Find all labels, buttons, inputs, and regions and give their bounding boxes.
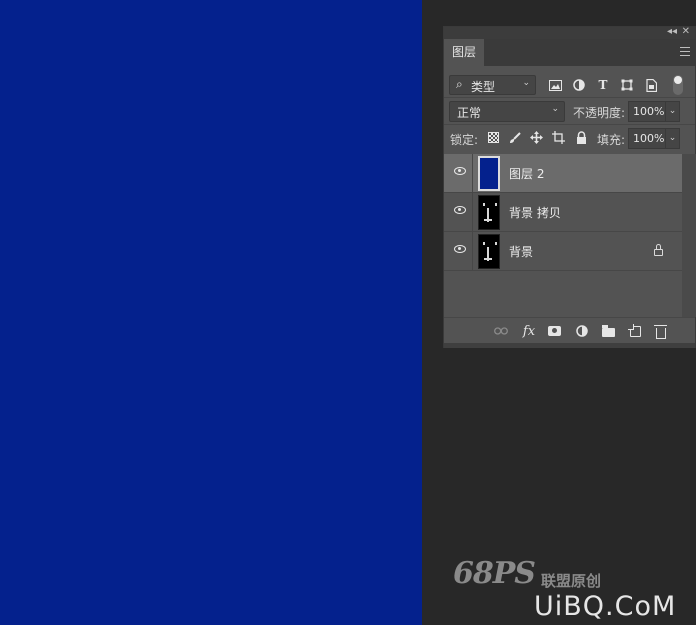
filter-pixel-layers-icon[interactable] bbox=[547, 77, 563, 93]
layer-row[interactable]: 图层 2 bbox=[444, 154, 682, 193]
panel-footer: fx bbox=[444, 317, 695, 343]
close-panel-button[interactable]: ✕ bbox=[682, 26, 690, 38]
fill-slider-button[interactable]: ⌄ bbox=[666, 128, 680, 149]
filter-shape-layers-icon[interactable] bbox=[619, 77, 635, 93]
lock-transparent-pixels-icon[interactable] bbox=[486, 130, 501, 145]
layer-filter-value: 类型 bbox=[471, 80, 496, 94]
visibility-eye-icon[interactable] bbox=[454, 167, 466, 175]
lock-label: 锁定: bbox=[450, 133, 479, 147]
filter-smart-objects-icon[interactable] bbox=[643, 77, 659, 93]
fill-label: 填充: bbox=[597, 133, 626, 147]
blend-mode-value: 正常 bbox=[457, 106, 482, 120]
new-group-folder-icon[interactable] bbox=[600, 323, 616, 339]
layer-name[interactable]: 背景 bbox=[509, 243, 533, 260]
filter-toggle-switch[interactable] bbox=[673, 75, 683, 95]
divider bbox=[472, 154, 473, 193]
opacity-slider-button[interactable]: ⌄ bbox=[666, 101, 680, 122]
watermark-brand: 联盟原创 bbox=[541, 572, 602, 590]
divider bbox=[444, 124, 695, 125]
visibility-eye-icon[interactable] bbox=[454, 245, 466, 253]
document-canvas[interactable] bbox=[0, 0, 422, 625]
lock-all-icon[interactable] bbox=[574, 130, 589, 145]
layer-row[interactable]: 背景 bbox=[444, 232, 682, 271]
lock-artboard-icon[interactable] bbox=[551, 130, 566, 145]
watermark-url: UiBQ.CoM bbox=[534, 591, 677, 622]
layer-thumbnail[interactable] bbox=[478, 234, 500, 269]
hamburger-icon bbox=[680, 47, 690, 56]
tab-layers[interactable]: 图层 bbox=[444, 39, 484, 66]
layers-scrollbar[interactable] bbox=[682, 154, 696, 317]
fill-input[interactable]: 100% bbox=[628, 128, 666, 149]
layer-row[interactable]: 背景 拷贝 bbox=[444, 193, 682, 232]
chevron-down-icon: ⌄ bbox=[668, 106, 677, 116]
visibility-eye-icon[interactable] bbox=[454, 206, 466, 214]
panel-title-bar[interactable]: ◂◂ ✕ bbox=[444, 26, 695, 39]
divider bbox=[472, 232, 473, 271]
new-adjustment-layer-icon[interactable] bbox=[574, 323, 590, 339]
divider bbox=[444, 97, 695, 98]
opacity-input[interactable]: 100% bbox=[628, 101, 666, 122]
layers-panel: ◂◂ ✕ 图层 ⌕ 类型 ⌄ T 正常 ⌄ 不透明度: 100% ⌄ 锁定: 填… bbox=[443, 26, 696, 348]
panel-resize-edge[interactable] bbox=[444, 343, 695, 348]
lock-position-icon[interactable] bbox=[529, 130, 544, 145]
new-layer-icon[interactable] bbox=[627, 323, 643, 339]
lock-image-pixels-icon[interactable] bbox=[507, 130, 522, 145]
chevron-down-icon: ⌄ bbox=[551, 104, 559, 114]
filter-adjustment-layers-icon[interactable] bbox=[571, 77, 587, 93]
layer-lock-icon[interactable] bbox=[652, 243, 666, 257]
layer-thumbnail[interactable] bbox=[478, 195, 500, 230]
blend-mode-select[interactable]: 正常 ⌄ bbox=[449, 101, 565, 122]
layer-thumbnail[interactable] bbox=[478, 156, 500, 191]
layer-style-fx-icon[interactable]: fx bbox=[521, 323, 537, 339]
layer-name[interactable]: 背景 拷贝 bbox=[509, 204, 561, 221]
link-layers-icon[interactable] bbox=[493, 323, 509, 339]
delete-layer-trash-icon[interactable] bbox=[653, 323, 669, 339]
layers-list: 图层 2 背景 拷贝 背景 bbox=[444, 154, 682, 317]
panel-menu-button[interactable] bbox=[680, 47, 690, 57]
chevron-down-icon: ⌄ bbox=[522, 78, 530, 88]
opacity-label: 不透明度: bbox=[573, 106, 626, 120]
layer-filter-select[interactable]: ⌕ 类型 ⌄ bbox=[449, 75, 536, 95]
filter-type-layers-icon[interactable]: T bbox=[595, 77, 611, 93]
panel-tab-bar: 图层 bbox=[444, 39, 695, 66]
divider bbox=[472, 193, 473, 232]
layer-name[interactable]: 图层 2 bbox=[509, 165, 544, 182]
chevron-down-icon: ⌄ bbox=[668, 133, 677, 143]
add-mask-icon[interactable] bbox=[546, 323, 562, 339]
collapse-panel-button[interactable]: ◂◂ bbox=[667, 26, 677, 38]
search-icon: ⌕ bbox=[456, 77, 463, 91]
watermark-logo: 68PS bbox=[453, 556, 536, 591]
